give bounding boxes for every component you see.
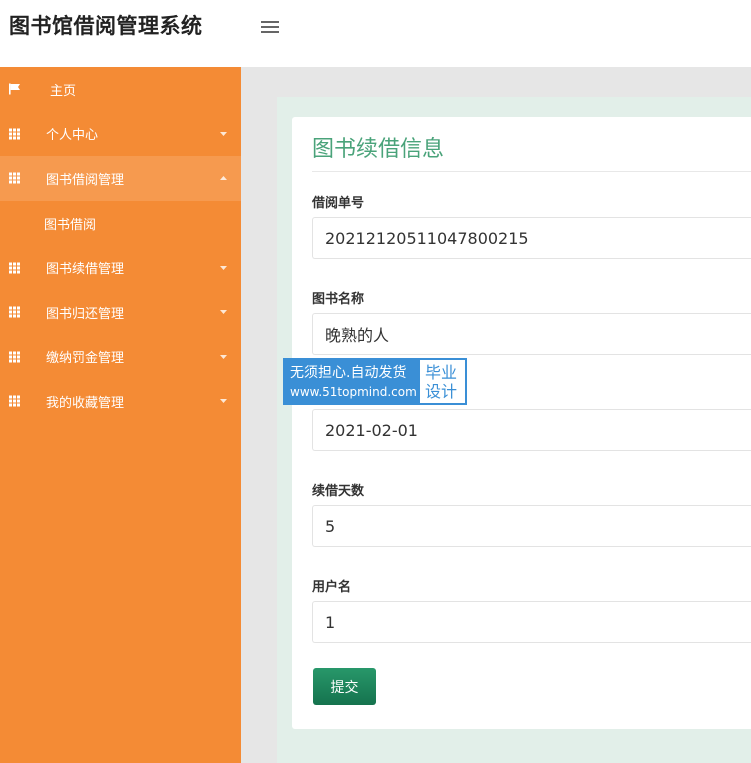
chevron-up-icon: [220, 176, 227, 181]
top-bar: 图书馆借阅管理系统: [0, 0, 751, 67]
chevron-down-icon: [220, 310, 227, 315]
chevron-down-icon: [220, 354, 227, 359]
chevron-down-icon: [220, 265, 227, 270]
sidebar-item-return-management[interactable]: 图书归还管理: [0, 290, 241, 335]
sidebar-item-borrow-management[interactable]: 图书借阅管理: [0, 156, 241, 201]
sidebar-item-label: 图书续借管理: [46, 262, 125, 278]
field-label-borrow-number: 借阅单号: [312, 196, 365, 211]
sidebar-item-label: 缴纳罚金管理: [46, 351, 125, 367]
sidebar-item-label: 图书借阅: [44, 217, 97, 233]
watermark-slogan: 无须担心.自动发货: [290, 364, 407, 381]
hamburger-icon[interactable]: [261, 18, 279, 34]
flag-icon: [9, 83, 20, 95]
grid-icon: [9, 262, 21, 274]
grid-icon: [9, 128, 21, 140]
chevron-down-icon: [220, 131, 227, 136]
watermark-right: 毕业 设计: [420, 360, 465, 403]
sidebar-item-renew-management[interactable]: 图书续借管理: [0, 245, 241, 290]
watermark-url: www.51topmind.com: [290, 384, 417, 399]
watermark-badge: 无须担心.自动发货 www.51topmind.com 毕业 设计: [283, 358, 467, 405]
sidebar-item-label: 主页: [50, 83, 77, 99]
app-title: 图书馆借阅管理系统: [9, 14, 203, 38]
username-input[interactable]: [312, 601, 751, 643]
grid-icon: [9, 172, 21, 184]
sidebar-item-personal-center[interactable]: 个人中心: [0, 112, 241, 157]
renew-days-input[interactable]: [312, 505, 751, 547]
book-name-input[interactable]: [312, 313, 751, 355]
borrow-number-input[interactable]: [312, 217, 751, 259]
watermark-left: 无须担心.自动发货 www.51topmind.com: [285, 360, 420, 403]
sidebar-item-fine-management[interactable]: 缴纳罚金管理: [0, 335, 241, 380]
sidebar-item-favorites-management[interactable]: 我的收藏管理: [0, 379, 241, 424]
date-input[interactable]: [312, 409, 751, 451]
sidebar-item-label: 个人中心: [46, 128, 99, 144]
submit-button[interactable]: 提交: [313, 668, 376, 705]
grid-icon: [9, 351, 21, 363]
sidebar-item-label: 图书借阅管理: [46, 172, 125, 188]
field-label-username: 用户名: [312, 580, 352, 595]
sidebar-item-label: 我的收藏管理: [46, 395, 125, 411]
sidebar-subitem-borrow[interactable]: 图书借阅: [0, 201, 241, 246]
grid-icon: [9, 395, 21, 407]
renew-form-card: 图书续借信息 借阅单号 图书名称 续借天数 用户名 提交: [292, 117, 751, 729]
sidebar: 主页 个人中心 图书借阅管理 图书借阅 图书续借管理 图书归还管理 缴纳罚金管理…: [0, 67, 241, 763]
watermark-text-top: 毕业: [425, 362, 458, 382]
title-divider: [312, 171, 751, 172]
chevron-down-icon: [220, 399, 227, 404]
field-label-book-name: 图书名称: [312, 292, 365, 307]
field-label-renew-days: 续借天数: [312, 484, 365, 499]
grid-icon: [9, 306, 21, 318]
page-title: 图书续借信息: [312, 137, 445, 162]
watermark-text-bottom: 设计: [425, 381, 458, 401]
sidebar-item-label: 图书归还管理: [46, 306, 125, 322]
sidebar-item-home[interactable]: 主页: [0, 67, 241, 112]
